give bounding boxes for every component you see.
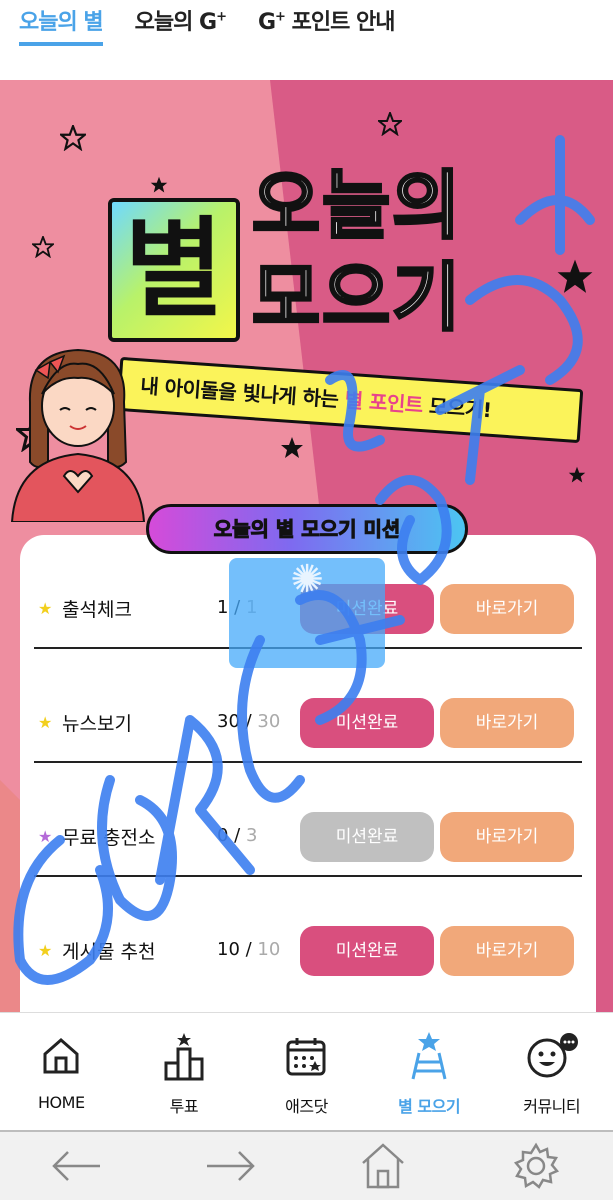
calendar-icon [245,1031,368,1081]
multicolor-star-bullet-icon: ★ [38,827,53,846]
gear-icon[interactable] [491,1138,581,1194]
star-bullet-icon: ★ [38,599,53,618]
home-icon [0,1031,123,1081]
star-collect-banner: 별 오늘의 모으기 내 아이돌을 빛나게 하는 별 포인트 모으기! ★ 출석체… [0,80,613,1015]
girl-illustration [10,348,146,522]
vote-building-icon [123,1031,246,1081]
mission-complete-button[interactable]: 미션완료 [300,812,434,862]
mission-name: 게시물 추천 [62,941,156,963]
mission-name: 뉴스보기 [62,713,132,735]
solid-star-icon [281,437,303,458]
tab-label: 오늘의 별 [19,10,104,35]
tab-todays-gplus[interactable]: 오늘의 G+ [134,0,227,48]
top-tab-bar: 오늘의 별 오늘의 G+ G+ 포인트 안내 [0,0,613,52]
slogan-suffix: 모으기! [421,393,493,423]
title-line-1: 오늘의 [250,162,463,251]
mission-complete-button[interactable]: 미션완료 [300,926,434,976]
mission-section-title: 오늘의 별 모으기 미션 [146,504,468,554]
mission-progress: 10 / 10 [217,939,281,960]
solid-star-icon [557,259,593,293]
mission-done-count: 30 [217,711,240,732]
home-outline-icon[interactable] [338,1138,428,1194]
nav-label: 커뮤니티 [523,1097,581,1116]
star-bullet-icon: ★ [38,713,53,732]
title-big-star-word: 별 [108,198,240,342]
solid-star-icon [568,466,586,483]
mission-row: ★ 무료 충전소 0 / 3 미션완료 바로가기 [34,763,582,877]
mission-total-count: 10 [257,939,281,960]
loading-overlay: ✺ [229,558,385,668]
outline-star-icon [378,112,402,136]
outline-star-icon [32,236,54,258]
star-bullet-icon: ★ [38,941,53,960]
mission-done-count: 1 [217,597,229,618]
go-button[interactable]: 바로가기 [440,926,574,976]
tab-label-suffix: 포인트 안내 [284,10,396,35]
tab-label: 오늘의 G [134,10,217,35]
mission-done-count: 10 [217,939,240,960]
tab-sup: + [216,9,227,25]
back-arrow-icon[interactable] [32,1138,122,1194]
title-line-2: 모으기 [250,254,463,343]
solid-star-icon [150,176,168,193]
go-button[interactable]: 바로가기 [440,812,574,862]
tab-todays-star[interactable]: 오늘의 별 [19,0,104,48]
system-navigation-bar [0,1130,613,1200]
mission-progress: 0 / 3 [217,825,258,846]
nav-label: 애즈닷 [285,1097,328,1116]
mission-name: 무료 충전소 [62,827,156,849]
mission-total-count: 3 [245,825,258,846]
tab-label: G [257,10,276,35]
slogan-highlight: 별 포인트 [343,387,424,418]
go-button[interactable]: 바로가기 [440,698,574,748]
mission-progress: 30 / 30 [217,711,281,732]
smiley-chat-icon [490,1031,613,1081]
mission-total-count: 30 [257,711,281,732]
page: 오늘의 별 오늘의 G+ G+ 포인트 안내 별 오늘의 모으기 내 아이돌을 … [0,0,613,1200]
mission-name: 출석체크 [62,599,132,621]
nav-label: HOME [38,1093,85,1112]
outline-star-icon [60,125,86,151]
nav-home[interactable]: HOME [0,1013,123,1130]
nav-label: 투표 [169,1097,199,1116]
forward-arrow-icon[interactable] [185,1138,275,1194]
star-ladder-icon [368,1031,491,1081]
nav-star-collect[interactable]: 별 모으기 [368,1013,491,1130]
nav-community[interactable]: 커뮤니티 [490,1013,613,1130]
nav-vote[interactable]: 투표 [123,1013,246,1130]
bottom-navigation: HOME 투표 애즈닷 별 모으기 커뮤니티 [0,1012,613,1130]
nav-adsdot[interactable]: 애즈닷 [245,1013,368,1130]
tab-gplus-point-guide[interactable]: G+ 포인트 안내 [258,0,395,48]
go-button[interactable]: 바로가기 [440,584,574,634]
loading-spinner-icon: ✺ [290,557,324,603]
nav-label: 별 모으기 [398,1097,461,1116]
tab-sup: + [275,9,286,25]
mission-row: ★ 게시물 추천 10 / 10 미션완료 바로가기 [34,877,582,991]
mission-done-count: 0 [217,825,229,846]
mission-complete-button[interactable]: 미션완료 [300,698,434,748]
